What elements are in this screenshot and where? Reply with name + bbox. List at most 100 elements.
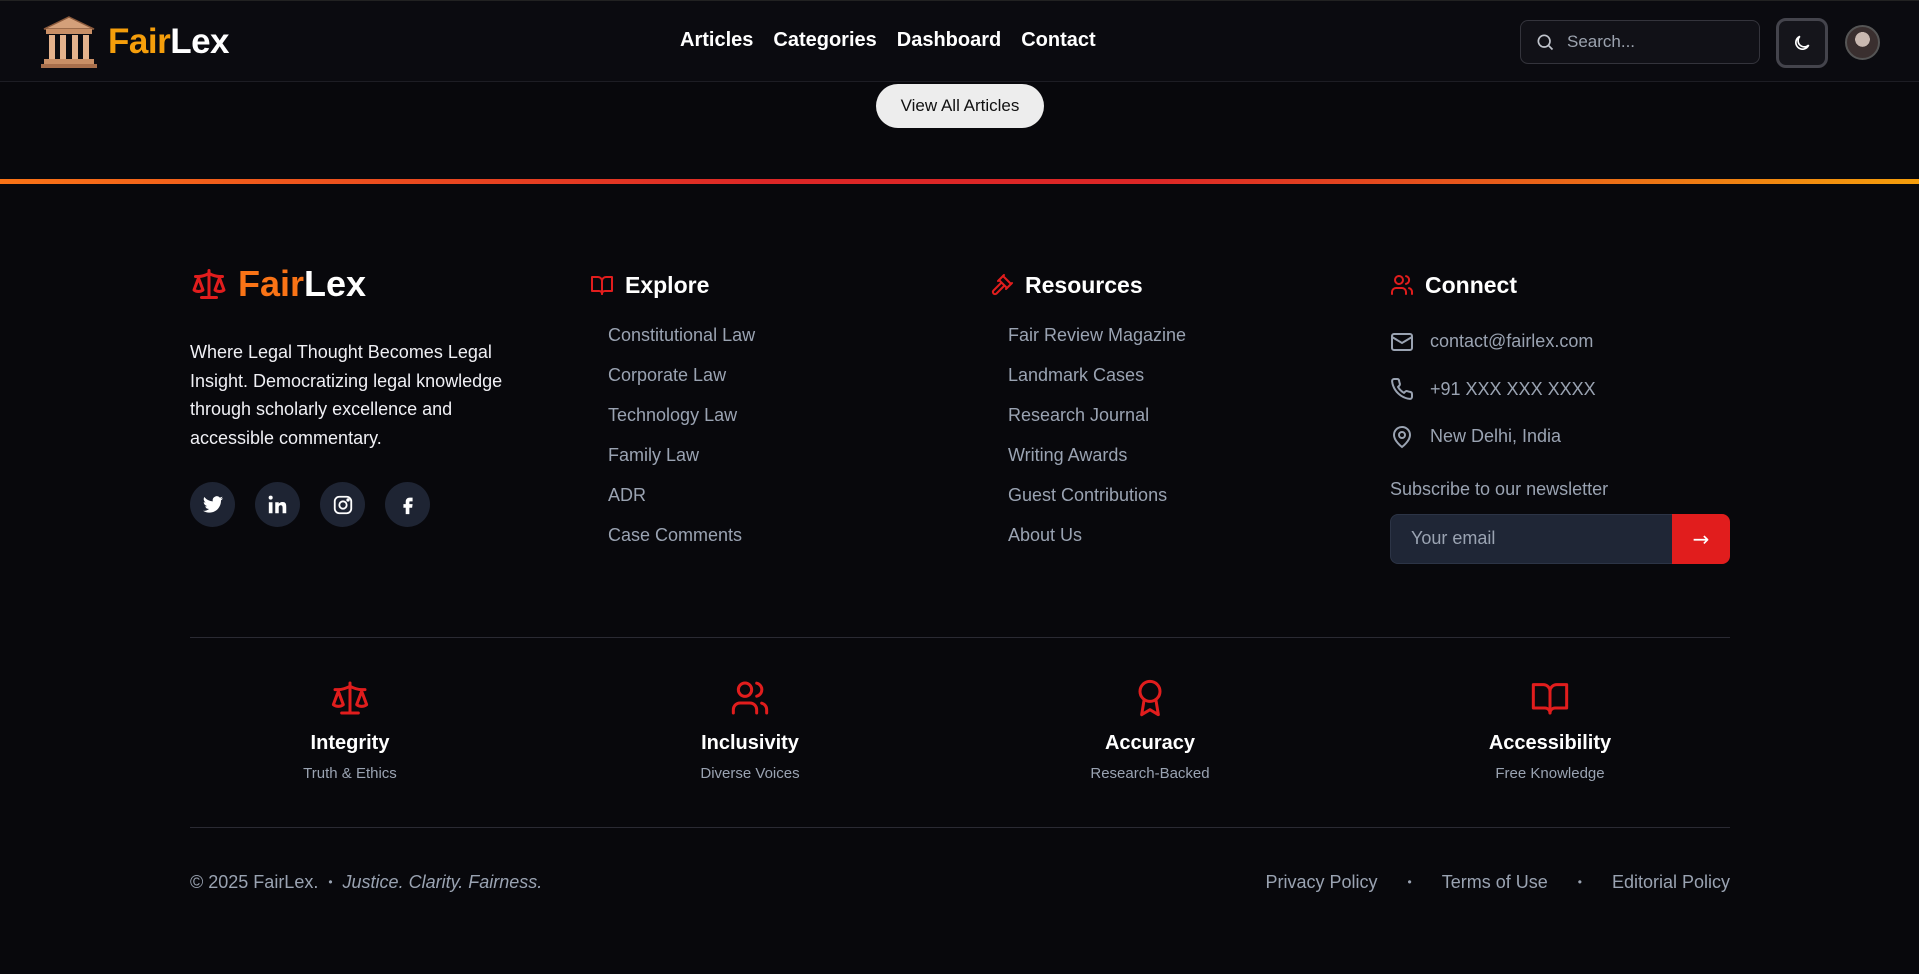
- link-writing-awards[interactable]: Writing Awards: [1008, 442, 1330, 482]
- brand-logo[interactable]: FairLex: [40, 15, 230, 69]
- resources-title: Resources: [1025, 271, 1143, 298]
- theme-toggle-button[interactable]: [1776, 18, 1828, 68]
- book-open-icon: [591, 276, 613, 295]
- separator-dot: •: [1407, 875, 1412, 889]
- courthouse-icon: [41, 16, 97, 68]
- facebook-link[interactable]: [385, 482, 430, 527]
- contact-location-text: New Delhi, India: [1430, 426, 1562, 447]
- explore-heading: Explore: [590, 270, 930, 300]
- instagram-icon: [333, 495, 352, 514]
- footer-tagline: Where Legal Thought Becomes Legal Insigh…: [190, 342, 503, 448]
- contact-location: New Delhi, India: [1390, 413, 1730, 461]
- linkedin-link[interactable]: [255, 482, 300, 527]
- explore-title: Explore: [625, 271, 710, 298]
- resources-heading: Resources: [990, 270, 1330, 300]
- brand-lex: Lex: [170, 22, 230, 61]
- value-title: Inclusivity: [701, 732, 799, 754]
- contact-email-text: contact@fairlex.com: [1430, 331, 1594, 352]
- footer-brand-fair: Fair: [238, 263, 305, 304]
- brand-fair: Fair: [108, 22, 171, 61]
- link-family-law[interactable]: Family Law: [608, 442, 930, 482]
- search-box[interactable]: [1520, 20, 1760, 64]
- footer-connect-column: Connect contact@fairlex.com +91 XXX XXX …: [1390, 262, 1730, 564]
- linkedin-icon: [268, 495, 286, 513]
- social-links: [190, 482, 540, 527]
- link-technology-law[interactable]: Technology Law: [608, 402, 930, 442]
- footer-bottom-bar: © 2025 FairLex. • Justice. Clarity. Fair…: [190, 870, 1730, 894]
- value-inclusivity: Inclusivity Diverse Voices: [570, 676, 930, 782]
- editorial-policy-link[interactable]: Editorial Policy: [1612, 872, 1730, 893]
- value-title: Integrity: [310, 732, 390, 754]
- scale-icon: [192, 269, 226, 299]
- values-row: Integrity Truth & Ethics Inclusivity Div…: [190, 676, 1730, 782]
- explore-links: Constitutional Law Corporate Law Technol…: [590, 322, 930, 562]
- search-input[interactable]: [1567, 32, 1737, 52]
- nav-dashboard[interactable]: Dashboard: [897, 29, 1001, 52]
- link-corporate-law[interactable]: Corporate Law: [608, 362, 930, 402]
- link-constitutional-law[interactable]: Constitutional Law: [608, 322, 930, 362]
- gavel-icon: [991, 274, 1013, 296]
- value-title: Accessibility: [1488, 732, 1612, 754]
- link-case-comments[interactable]: Case Comments: [608, 522, 930, 562]
- twitter-link[interactable]: [190, 482, 235, 527]
- view-all-articles-button[interactable]: View All Articles: [876, 84, 1044, 128]
- award-icon: [1138, 679, 1162, 717]
- footer-logo[interactable]: FairLex: [190, 262, 540, 306]
- phone-icon: [1391, 378, 1414, 401]
- link-adr[interactable]: ADR: [608, 482, 930, 522]
- search-icon: [1537, 34, 1554, 51]
- link-guest-contributions[interactable]: Guest Contributions: [1008, 482, 1330, 522]
- connect-title: Connect: [1425, 271, 1517, 298]
- nav-articles[interactable]: Articles: [680, 29, 753, 52]
- link-research-journal[interactable]: Research Journal: [1008, 402, 1330, 442]
- users-icon: [731, 681, 769, 715]
- separator-dot: •: [328, 875, 333, 889]
- footer-divider: [190, 827, 1730, 828]
- scale-icon: [331, 681, 369, 715]
- moon-icon: [1795, 35, 1810, 50]
- footer-brand-lex: Lex: [304, 263, 367, 304]
- newsletter-email-input[interactable]: [1390, 513, 1672, 564]
- users-icon: [1391, 275, 1414, 295]
- copyright-text: © 2025 FairLex.: [190, 871, 319, 892]
- book-open-icon: [1531, 683, 1569, 715]
- top-navbar: FairLex Articles Categories Dashboard Co…: [0, 0, 1919, 82]
- newsletter-label: Subscribe to our newsletter: [1390, 478, 1609, 499]
- resources-links: Fair Review Magazine Landmark Cases Rese…: [990, 322, 1330, 562]
- value-accessibility: Accessibility Free Knowledge: [1370, 676, 1730, 782]
- link-landmark-cases[interactable]: Landmark Cases: [1008, 362, 1330, 402]
- footer-accent-line: [0, 179, 1919, 184]
- value-integrity: Integrity Truth & Ethics: [170, 676, 530, 782]
- value-accuracy: Accuracy Research-Backed: [970, 676, 1330, 782]
- value-subtitle: Truth & Ethics: [303, 765, 397, 782]
- separator-dot: •: [1577, 875, 1582, 889]
- contact-phone-text: +91 XXX XXX XXXX: [1430, 378, 1596, 399]
- privacy-policy-link[interactable]: Privacy Policy: [1265, 872, 1377, 893]
- footer-brand-column: FairLex Where Legal Thought Becomes Lega…: [190, 262, 540, 527]
- newsletter-submit-button[interactable]: →: [1672, 513, 1730, 564]
- motto-text: Justice. Clarity. Fairness.: [342, 871, 543, 892]
- main-nav: Articles Categories Dashboard Contact: [680, 29, 1096, 52]
- value-title: Accuracy: [1104, 732, 1196, 754]
- connect-heading: Connect: [1390, 270, 1730, 300]
- terms-of-use-link[interactable]: Terms of Use: [1442, 872, 1548, 893]
- value-subtitle: Diverse Voices: [700, 765, 800, 782]
- nav-categories[interactable]: Categories: [773, 29, 876, 52]
- link-about-us[interactable]: About Us: [1008, 522, 1330, 562]
- avatar[interactable]: [1845, 25, 1880, 60]
- facebook-icon: [402, 497, 413, 514]
- nav-contact[interactable]: Contact: [1021, 29, 1095, 52]
- map-pin-icon: [1392, 425, 1412, 449]
- instagram-link[interactable]: [320, 482, 365, 527]
- mail-icon: [1391, 332, 1413, 351]
- twitter-icon: [202, 495, 223, 513]
- contact-phone[interactable]: +91 XXX XXX XXXX: [1390, 366, 1730, 414]
- footer-divider: [190, 637, 1730, 638]
- link-fair-review-magazine[interactable]: Fair Review Magazine: [1008, 322, 1330, 362]
- value-subtitle: Research-Backed: [1090, 765, 1210, 782]
- footer-resources-column: Resources Fair Review Magazine Landmark …: [990, 262, 1330, 562]
- newsletter-form: →: [1390, 513, 1730, 564]
- contact-list: contact@fairlex.com +91 XXX XXX XXXX New…: [1390, 318, 1730, 461]
- contact-email[interactable]: contact@fairlex.com: [1390, 318, 1730, 366]
- footer-explore-column: Explore Constitutional Law Corporate Law…: [590, 262, 930, 562]
